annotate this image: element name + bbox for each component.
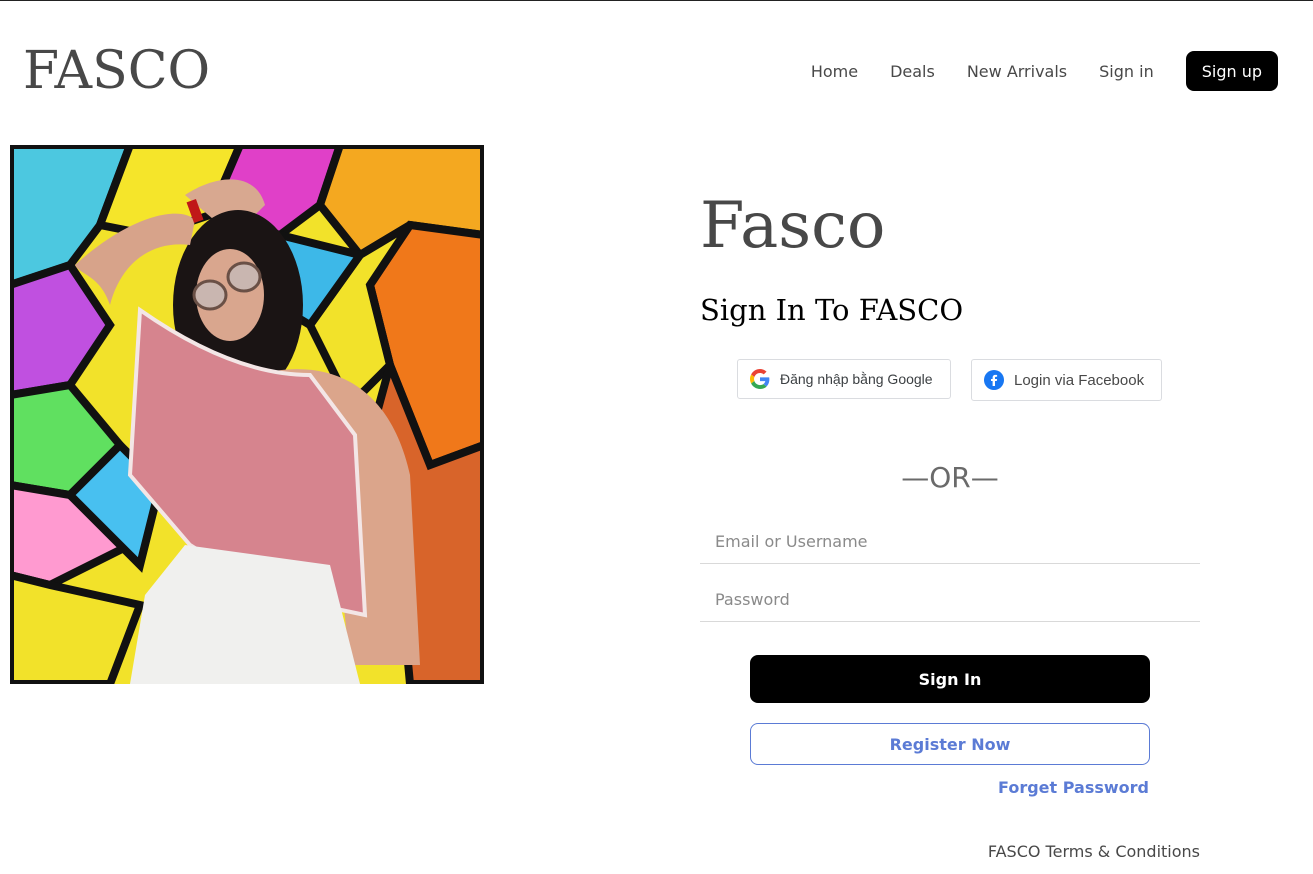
brand-heading: Fasco <box>700 189 886 263</box>
terms-link[interactable]: FASCO Terms & Conditions <box>988 842 1200 861</box>
google-login-label: Đăng nhập bằng Google <box>780 371 933 387</box>
nav-deals[interactable]: Deals <box>890 62 935 81</box>
main-nav: Home Deals New Arrivals Sign in Sign up <box>811 51 1278 91</box>
sign-in-button[interactable]: Sign In <box>750 655 1150 703</box>
email-field[interactable] <box>700 520 1200 564</box>
sign-up-button[interactable]: Sign up <box>1185 51 1278 91</box>
google-login-button[interactable]: Đăng nhập bằng Google <box>737 359 951 399</box>
nav-sign-in[interactable]: Sign in <box>1099 62 1154 81</box>
facebook-login-label: Login via Facebook <box>1014 371 1145 389</box>
facebook-login-button[interactable]: Login via Facebook <box>971 359 1162 401</box>
page-title: Sign In To FASCO <box>700 293 964 327</box>
nav-home[interactable]: Home <box>811 62 858 81</box>
site-logo[interactable]: FASCO <box>23 41 210 101</box>
password-field[interactable] <box>700 578 1200 622</box>
google-icon <box>750 369 770 389</box>
hero-image <box>10 145 484 684</box>
facebook-icon <box>984 370 1004 390</box>
or-divider: —OR— <box>901 461 999 494</box>
register-now-button[interactable]: Register Now <box>750 723 1150 765</box>
forget-password-link[interactable]: Forget Password <box>998 778 1149 797</box>
nav-new-arrivals[interactable]: New Arrivals <box>967 62 1067 81</box>
